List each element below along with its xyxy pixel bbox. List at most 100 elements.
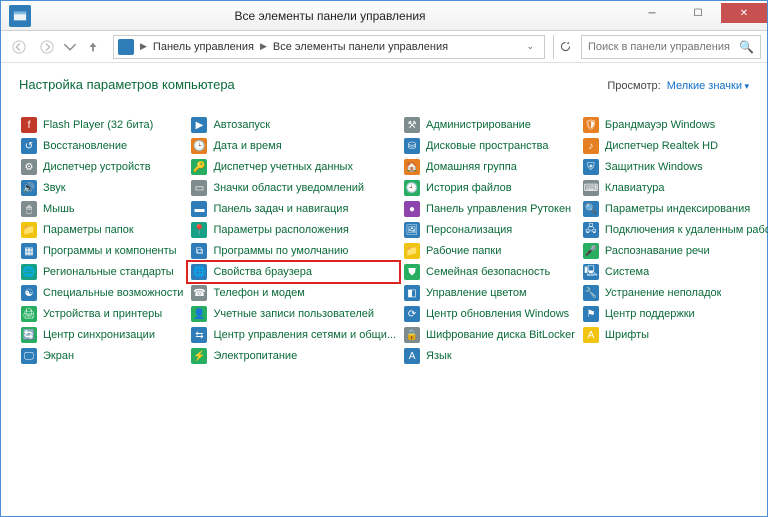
control-panel-item[interactable]: ☯Специальные возможности — [19, 284, 185, 302]
up-button[interactable] — [81, 35, 105, 59]
control-panel-item[interactable]: 🖼Персонализация — [402, 221, 577, 239]
item-icon: ☎ — [191, 285, 207, 301]
control-panel-item[interactable]: 🖧Подключения к удаленным рабоч... — [581, 221, 768, 239]
control-panel-item[interactable]: ⌨Клавиатура — [581, 179, 768, 197]
control-panel-item[interactable]: ⧉Программы по умолчанию — [189, 242, 398, 260]
search-input[interactable] — [588, 41, 739, 53]
item-icon: 🕘 — [404, 180, 420, 196]
item-icon: ⚑ — [583, 306, 599, 322]
item-label: Панель задач и навигация — [213, 203, 348, 215]
control-panel-item[interactable]: 🛡Брандмауэр Windows — [581, 116, 768, 134]
control-panel-item[interactable]: 🎤Распознавание речи — [581, 242, 768, 260]
item-icon: ◧ — [404, 285, 420, 301]
control-panel-item[interactable]: AЯзык — [402, 347, 577, 365]
control-panel-item[interactable]: ⛨Защитник Windows — [581, 158, 768, 176]
back-button[interactable] — [7, 35, 31, 59]
control-panel-item[interactable]: 📍Параметры расположения — [189, 221, 398, 239]
control-panel-item[interactable]: 🔄Центр синхронизации — [19, 326, 185, 344]
page-title: Настройка параметров компьютера — [19, 77, 607, 92]
control-panel-item[interactable]: ⇆Центр управления сетями и общи... — [189, 326, 398, 344]
history-dropdown[interactable] — [63, 35, 77, 59]
control-panel-item[interactable]: ⚙Диспетчер устройств — [19, 158, 185, 176]
item-label: Экран — [43, 350, 74, 362]
item-label: Управление цветом — [426, 287, 527, 299]
control-panel-item[interactable]: 🔑Диспетчер учетных данных — [189, 158, 398, 176]
control-panel-item[interactable]: 🌐Региональные стандарты — [19, 263, 185, 281]
item-icon: 📁 — [404, 243, 420, 259]
control-panel-item[interactable]: ⟳Центр обновления Windows — [402, 305, 577, 323]
control-panel-item[interactable]: 🔧Устранение неполадок — [581, 284, 768, 302]
control-panel-item[interactable]: ●Панель управления Рутокен — [402, 200, 577, 218]
item-label: Специальные возможности — [43, 287, 183, 299]
control-panel-item[interactable]: ⛊Семейная безопасность — [402, 263, 577, 281]
control-panel-item[interactable]: 👤Учетные записи пользователей — [189, 305, 398, 323]
items-grid: fFlash Player (32 бита)▶Автозапуск⚒Админ… — [19, 116, 749, 365]
breadcrumb[interactable]: ▶ Панель управления ▶ Все элементы панел… — [113, 35, 545, 59]
control-panel-item[interactable]: 🖨Устройства и принтеры — [19, 305, 185, 323]
control-panel-item[interactable]: 🏠Домашняя группа — [402, 158, 577, 176]
minimize-button[interactable]: ─ — [629, 3, 675, 23]
breadcrumb-seg-2[interactable]: Все элементы панели управления — [269, 41, 452, 53]
control-panel-item[interactable]: AШрифты — [581, 326, 768, 344]
control-panel-item[interactable]: ▬Панель задач и навигация — [189, 200, 398, 218]
window-title: Все элементы панели управления — [31, 9, 629, 23]
titlebar: Все элементы панели управления ─ ☐ ✕ — [1, 1, 767, 31]
item-label: Центр управления сетями и общи... — [213, 329, 396, 341]
item-icon: 🕒 — [191, 138, 207, 154]
control-panel-item[interactable]: 🔍Параметры индексирования — [581, 200, 768, 218]
control-panel-item[interactable]: 🖳Система — [581, 263, 768, 281]
item-icon: 🖳 — [583, 264, 599, 280]
close-button[interactable]: ✕ — [721, 3, 767, 23]
refresh-button[interactable] — [553, 35, 577, 59]
control-panel-item[interactable]: ▶Автозапуск — [189, 116, 398, 134]
control-panel-item[interactable]: 🕘История файлов — [402, 179, 577, 197]
item-label: Диспетчер устройств — [43, 161, 151, 173]
item-label: Мышь — [43, 203, 75, 215]
item-icon: 🌐 — [191, 264, 207, 280]
control-panel-item[interactable]: 📁Рабочие папки — [402, 242, 577, 260]
control-panel-item[interactable]: 🖵 Экран — [19, 347, 185, 365]
control-panel-item[interactable]: ◧ Управление цветом — [402, 284, 577, 302]
item-icon: ▶ — [191, 117, 207, 133]
search-box[interactable]: 🔍 — [581, 35, 761, 59]
control-panel-item[interactable]: ☎ Телефон и модем — [189, 284, 398, 302]
item-label: Дата и время — [213, 140, 281, 152]
control-panel-item[interactable]: ⚒Администрирование — [402, 116, 577, 134]
item-label: Домашняя группа — [426, 161, 517, 173]
item-icon: 🖵 — [21, 348, 37, 364]
breadcrumb-seg-1[interactable]: Панель управления — [149, 41, 258, 53]
search-icon[interactable]: 🔍 — [739, 40, 754, 54]
view-mode-dropdown[interactable]: Мелкие значки — [667, 80, 749, 92]
control-panel-item[interactable]: 🖱Мышь — [19, 200, 185, 218]
control-panel-item[interactable]: 🕒 Дата и время — [189, 137, 398, 155]
maximize-button[interactable]: ☐ — [675, 3, 721, 23]
control-panel-item[interactable]: 📁Параметры папок — [19, 221, 185, 239]
control-panel-item[interactable]: ▦Программы и компоненты — [19, 242, 185, 260]
item-icon: A — [583, 327, 599, 343]
control-panel-item[interactable]: 🔒Шифрование диска BitLocker — [402, 326, 577, 344]
content-header: Настройка параметров компьютера Просмотр… — [19, 77, 749, 92]
forward-button[interactable] — [35, 35, 59, 59]
control-panel-item[interactable]: ⛁Дисковые пространства — [402, 137, 577, 155]
control-panel-item[interactable]: 🌐Свойства браузера — [189, 263, 398, 281]
item-icon: ⚡ — [191, 348, 207, 364]
control-panel-item[interactable]: ▭Значки области уведомлений — [189, 179, 398, 197]
control-panel-item[interactable]: fFlash Player (32 бита) — [19, 116, 185, 134]
window-controls: ─ ☐ ✕ — [629, 8, 767, 23]
control-panel-item[interactable]: ⚑Центр поддержки — [581, 305, 768, 323]
breadcrumb-dropdown[interactable]: ⌄ — [520, 41, 540, 52]
chevron-right-icon[interactable]: ▶ — [138, 41, 149, 52]
item-label: Телефон и модем — [213, 287, 304, 299]
control-panel-item[interactable]: ⚡Электропитание — [189, 347, 398, 365]
control-panel-item[interactable]: ↺Восстановление — [19, 137, 185, 155]
chevron-right-icon[interactable]: ▶ — [258, 41, 269, 52]
control-panel-item[interactable]: 🔊 Звук — [19, 179, 185, 197]
item-icon: 🌐 — [21, 264, 37, 280]
item-icon: 🔄 — [21, 327, 37, 343]
item-label: Значки области уведомлений — [213, 182, 364, 194]
item-icon: 🔊 — [21, 180, 37, 196]
item-label: Звук — [43, 182, 66, 194]
item-label: Параметры индексирования — [605, 203, 750, 215]
control-panel-item[interactable]: ♪Диспетчер Realtek HD — [581, 137, 768, 155]
item-label: Программы по умолчанию — [213, 245, 348, 257]
